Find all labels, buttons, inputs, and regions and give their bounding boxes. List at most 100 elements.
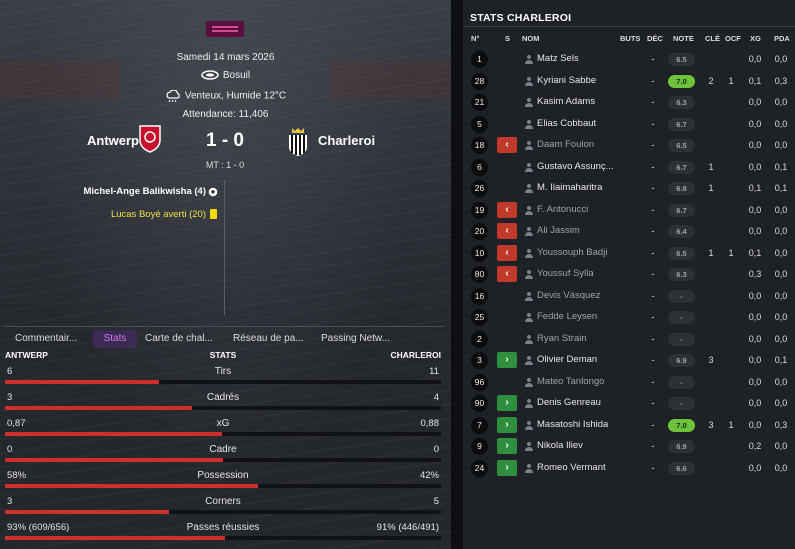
player-row[interactable]: 3 › Olivier Deman - 6.9 3 0,0 0,1 <box>463 350 795 371</box>
player-name[interactable]: Elias Cobbaut <box>537 118 596 129</box>
col-header-name[interactable]: NOM <box>522 34 540 43</box>
goal-event-text: Michel-Ange Balikwisha (4) <box>83 186 206 197</box>
subbed-off-icon[interactable]: ‹ <box>497 244 517 261</box>
player-row[interactable]: 16 Devis Vásquez - - 0,0 0,0 <box>463 286 795 307</box>
player-name[interactable]: Ali Jassim <box>537 225 580 236</box>
player-name[interactable]: Ryan Strain <box>537 333 587 344</box>
player-row[interactable]: 2 Ryan Strain - - 0,0 0,0 <box>463 329 795 350</box>
player-name[interactable]: Mateo Tanlongo <box>537 376 604 387</box>
tab-stats[interactable]: Stats <box>93 330 137 348</box>
col-header-xg[interactable]: XG <box>750 34 761 43</box>
stat-label: Passes réussies <box>186 522 260 533</box>
player-dec: - <box>651 204 655 215</box>
player-xg: 0,0 <box>748 398 762 408</box>
subbed-on-icon[interactable]: › <box>497 352 517 368</box>
player-xg: 0,1 <box>748 75 762 86</box>
player-xg: 0,0 <box>748 97 762 107</box>
player-name[interactable]: Fedde Leysen <box>537 311 597 322</box>
col-header-goals[interactable]: BUTS <box>620 34 640 43</box>
col-header-pda[interactable]: PDA <box>774 34 790 43</box>
player-name[interactable]: F. Antonucci <box>537 204 588 215</box>
player-name[interactable]: Daam Foulon <box>537 139 594 150</box>
player-name[interactable]: Youssuf Sylla <box>537 268 594 279</box>
col-header-number[interactable]: N° <box>471 34 479 43</box>
player-row[interactable]: 18 ‹ Daam Foulon - 6.5 0,0 0,0 <box>463 135 795 156</box>
player-row[interactable]: 24 › Romeo Vermant - 6.6 0,0 0,0 <box>463 458 795 479</box>
subbed-on-icon[interactable]: › <box>497 459 517 476</box>
player-icon <box>525 463 533 473</box>
player-row[interactable]: 21 Kasim Adams - 6.3 0,0 0,0 <box>463 92 795 113</box>
booking-event: Lucas Boyé averti (20) <box>111 209 206 220</box>
col-header-sub[interactable]: S <box>505 34 510 43</box>
subbed-on-icon[interactable]: › <box>497 395 517 411</box>
player-key-passes: 1 <box>708 183 714 193</box>
player-number: 18 <box>471 137 488 154</box>
subbed-off-icon[interactable]: ‹ <box>497 201 517 218</box>
tab-commentary[interactable]: Commentair... <box>11 330 81 348</box>
col-header-ocf[interactable]: OCF <box>725 34 741 43</box>
player-number: 5 <box>471 115 488 133</box>
stadium-line: Bosuil <box>0 70 451 81</box>
player-ocf: 1 <box>728 75 734 86</box>
subbed-off-icon[interactable]: ‹ <box>497 137 517 153</box>
player-row[interactable]: 7 › Masatoshi Ishida - 7.0 3 1 0,0 0,3 <box>463 415 795 436</box>
match-overview-panel: Samedi 14 mars 2026 Bosuil Venteux, Humi… <box>0 0 451 549</box>
col-header-key-passes[interactable]: CLÉ <box>705 34 720 43</box>
player-row[interactable]: 5 Elias Cobbaut - 6.7 0,0 0,0 <box>463 114 795 135</box>
col-header-dec[interactable]: DÉC <box>647 34 663 43</box>
player-name[interactable]: M. Ilaimaharitra <box>537 182 602 193</box>
player-rating: 6.7 <box>668 203 695 217</box>
charleroi-crest-icon[interactable] <box>287 127 309 157</box>
tab-heatmap[interactable]: Carte de chal... <box>141 330 217 348</box>
player-pda: 0,0 <box>774 398 788 408</box>
player-row[interactable]: 96 Mateo Tanlongo - - 0,0 0,0 <box>463 372 795 393</box>
player-name[interactable]: Matz Sels <box>537 53 579 64</box>
player-row[interactable]: 80 ‹ Youssuf Sylla - 6.3 0,3 0,0 <box>463 264 795 285</box>
tab-pass-network[interactable]: Réseau de pa... <box>229 330 308 348</box>
away-team-name[interactable]: Charleroi <box>318 133 375 148</box>
player-name[interactable]: Kyriani Sabbe <box>537 75 596 86</box>
player-row[interactable]: 19 ‹ F. Antonucci - 6.7 0,0 0,0 <box>463 200 795 221</box>
col-header-rating[interactable]: NOTE <box>673 34 694 43</box>
subbed-off-icon[interactable]: ‹ <box>497 223 517 239</box>
stat-bar-fill <box>5 380 159 384</box>
player-row[interactable]: 9 › Nikola Iliev - 6.9 0,2 0,0 <box>463 436 795 457</box>
score: 1 - 0 <box>205 130 245 151</box>
player-name[interactable]: Masatoshi Ishida <box>537 419 608 430</box>
player-row[interactable]: 28 Kyriani Sabbe - 7.0 2 1 0,1 0,3 <box>463 71 795 92</box>
player-xg: 0,0 <box>748 355 762 365</box>
player-row[interactable]: 6 Gustavo Assunç... - 6.7 1 0,0 0,1 <box>463 157 795 178</box>
player-row[interactable]: 25 Fedde Leysen - - 0,0 0,0 <box>463 307 795 328</box>
player-name[interactable]: Olivier Deman <box>537 354 597 365</box>
player-stats-panel: STATS CHARLEROI N° S NOM BUTS DÉC NOTE C… <box>463 0 795 549</box>
player-number: 1 <box>471 51 488 68</box>
player-row[interactable]: 10 ‹ Youssouph Badji - 6.5 1 1 0,1 0,0 <box>463 243 795 264</box>
football-icon <box>208 187 218 197</box>
player-key-passes: 3 <box>708 419 714 430</box>
player-pda: 0,0 <box>774 290 788 301</box>
player-xg: 0,0 <box>748 312 762 322</box>
player-name[interactable]: Youssouph Badji <box>537 247 607 258</box>
player-name[interactable]: Kasim Adams <box>537 96 595 107</box>
player-name[interactable]: Romeo Vermant <box>537 462 606 473</box>
player-name[interactable]: Nikola Iliev <box>537 440 583 451</box>
subbed-on-icon[interactable]: › <box>497 416 517 433</box>
player-row[interactable]: 90 › Denis Genreau - - 0,0 0,0 <box>463 393 795 414</box>
player-name[interactable]: Denis Genreau <box>537 397 601 408</box>
player-rating: 6.4 <box>668 225 695 238</box>
player-key-passes: 3 <box>708 355 714 365</box>
home-team-name[interactable]: Antwerp <box>87 133 139 148</box>
stadium-icon <box>201 70 219 81</box>
player-name[interactable]: Devis Vásquez <box>537 290 600 301</box>
player-row[interactable]: 26 M. Ilaimaharitra - 6.8 1 0,1 0,1 <box>463 178 795 199</box>
player-row[interactable]: 20 ‹ Ali Jassim - 6.4 0,0 0,0 <box>463 221 795 242</box>
player-xg: 0,0 <box>748 226 762 236</box>
subbed-off-icon[interactable]: ‹ <box>497 266 517 282</box>
player-number: 24 <box>471 459 488 477</box>
tab-passing-network[interactable]: Passing Netw... <box>317 330 394 348</box>
player-row[interactable]: 1 Matz Sels - 6.5 0,0 0,0 <box>463 49 795 70</box>
player-pda: 0,0 <box>774 333 788 344</box>
antwerp-crest-icon[interactable] <box>138 124 162 154</box>
player-name[interactable]: Gustavo Assunç... <box>537 161 614 172</box>
subbed-on-icon[interactable]: › <box>497 438 517 454</box>
